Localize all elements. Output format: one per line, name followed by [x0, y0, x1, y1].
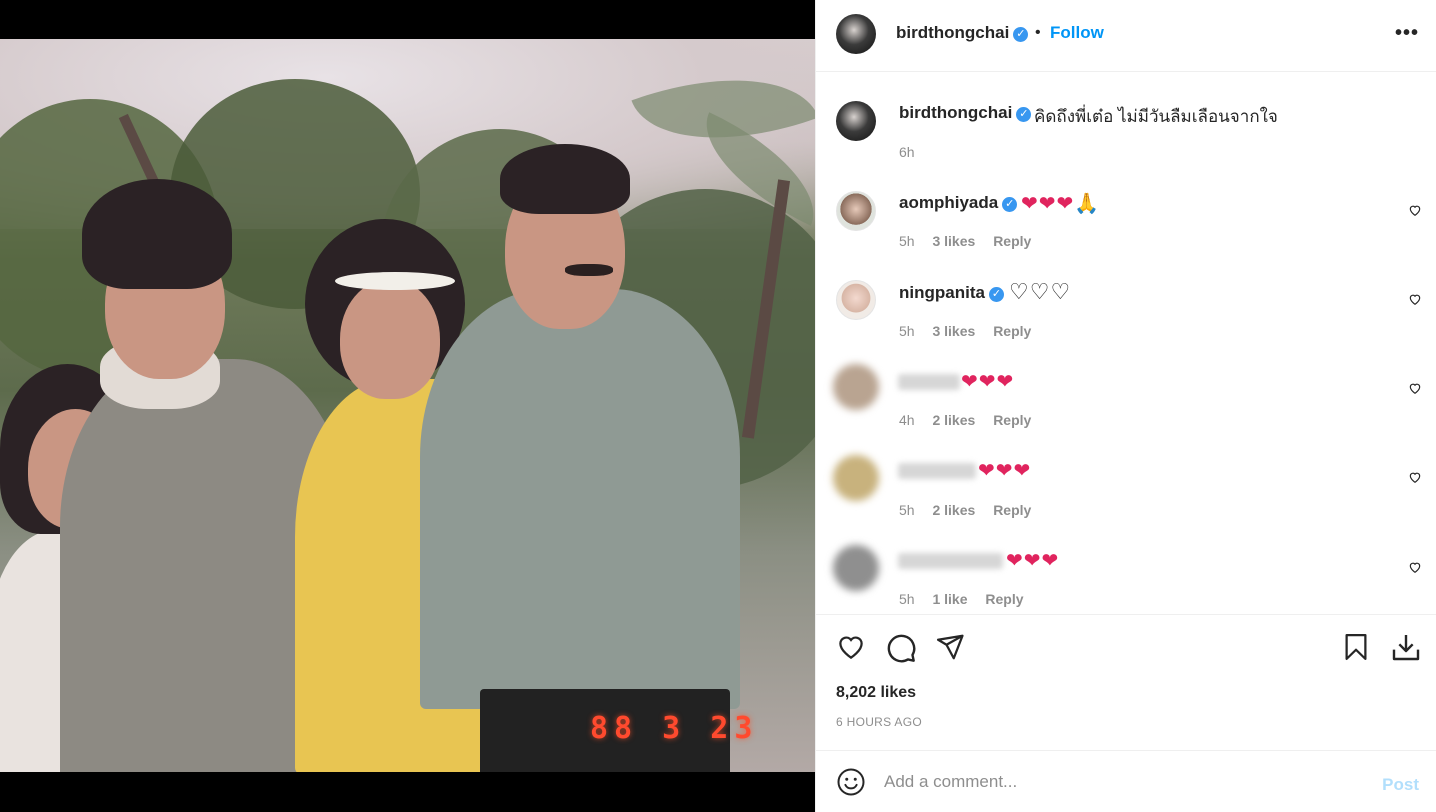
share-send-icon[interactable] [934, 632, 966, 662]
comment-likes-link[interactable]: 2 likes [932, 502, 975, 518]
comment-time: 4h [899, 412, 915, 428]
post-comment-button[interactable]: Post [1382, 775, 1419, 795]
comment-time: 5h [899, 323, 915, 339]
reply-button[interactable]: Reply [993, 412, 1031, 428]
post-media[interactable]: 88 3 23 [0, 0, 815, 812]
author-username-text[interactable]: birdthongchai [896, 23, 1009, 42]
comment-composer: Post [816, 750, 1436, 812]
verified-badge-icon: ✓ [1002, 197, 1018, 212]
comment-like-heart-icon[interactable] [1408, 292, 1422, 306]
comment-text: ❤❤❤🙏 [1021, 193, 1101, 215]
commenter-avatar[interactable] [833, 364, 879, 410]
comment-likes-link[interactable]: 3 likes [932, 233, 975, 249]
caption-avatar[interactable] [836, 101, 876, 141]
reply-button[interactable]: Reply [993, 502, 1031, 518]
reply-button[interactable]: Reply [985, 591, 1023, 607]
verified-badge-icon: ✓ [1016, 107, 1032, 122]
comment-like-heart-icon[interactable] [1408, 381, 1422, 395]
comment-meta: 4h 2 likes Reply [899, 412, 1045, 428]
comment-like-heart-icon[interactable] [1408, 560, 1422, 574]
comment-time: 5h [899, 502, 915, 518]
comment-input[interactable] [884, 771, 1354, 793]
commenter-avatar[interactable] [833, 545, 879, 591]
verified-badge-icon: ✓ [988, 287, 1004, 302]
post-actions: 8,202 likes 6 HOURS AGO [816, 614, 1436, 750]
commenter-username-blurred[interactable] [898, 374, 960, 390]
commenter-username-blurred[interactable] [898, 463, 976, 479]
follow-button[interactable]: Follow [1050, 23, 1104, 43]
caption-text: คิดถึงพี่เต๋อ ไม่มีวันลืมเลือนจากใจ [1034, 107, 1278, 126]
likes-count[interactable]: 8,202 likes [836, 684, 916, 702]
comment-like-heart-icon[interactable] [1408, 470, 1422, 484]
comment-likes-link[interactable]: 2 likes [932, 412, 975, 428]
author-username[interactable]: birdthongchai ✓ [896, 23, 1029, 43]
commenter-avatar[interactable] [836, 280, 876, 320]
comment-meta: 5h 1 like Reply [899, 591, 1038, 607]
download-icon[interactable] [1390, 631, 1422, 663]
like-heart-icon[interactable] [835, 632, 867, 662]
post-photo[interactable]: 88 3 23 [0, 39, 815, 772]
comment-bubble-icon[interactable] [885, 632, 917, 664]
post-header: birdthongchai ✓ • Follow ••• [816, 0, 1436, 72]
author-avatar[interactable] [836, 14, 876, 54]
commenter-username[interactable]: aomphiyada ✓ [899, 193, 1018, 213]
separator-dot: • [1035, 24, 1041, 41]
comment-like-heart-icon[interactable] [1408, 203, 1422, 217]
post-sidebar: birdthongchai ✓ • Follow ••• birdthongcha… [815, 0, 1436, 812]
comment-text: ❤❤❤ [1006, 550, 1060, 572]
commenter-avatar[interactable] [833, 455, 879, 501]
save-bookmark-icon[interactable] [1341, 631, 1371, 663]
comment-meta: 5h 3 likes Reply [899, 323, 1045, 339]
commenter-username[interactable]: ningpanita ✓ [899, 283, 1004, 303]
caption-username[interactable]: birdthongchai ✓ [899, 103, 1032, 123]
comment-meta: 5h 3 likes Reply [899, 233, 1045, 249]
comment-text: ❤❤❤ [978, 460, 1032, 482]
emoji-smiley-icon[interactable] [836, 767, 866, 797]
comment-text: ❤❤❤ [961, 371, 1015, 393]
verified-badge-icon: ✓ [1013, 27, 1029, 42]
comment-time: 5h [899, 591, 915, 607]
reply-button[interactable]: Reply [993, 323, 1031, 339]
comment-meta: 5h 2 likes Reply [899, 502, 1045, 518]
photo-date-stamp: 88 3 23 [590, 711, 759, 746]
commenter-username-blurred[interactable] [898, 553, 1003, 569]
comment-time: 5h [899, 233, 915, 249]
caption-username-text[interactable]: birdthongchai [899, 103, 1012, 122]
reply-button[interactable]: Reply [993, 233, 1031, 249]
commenter-avatar[interactable] [836, 191, 876, 231]
comment-text: ♡♡♡ [1009, 279, 1072, 304]
more-options-icon[interactable]: ••• [1395, 22, 1419, 45]
post-timestamp[interactable]: 6 HOURS AGO [836, 715, 922, 729]
caption-time: 6h [899, 144, 915, 160]
comment-likes-link[interactable]: 3 likes [932, 323, 975, 339]
comment-likes-link[interactable]: 1 like [932, 591, 967, 607]
